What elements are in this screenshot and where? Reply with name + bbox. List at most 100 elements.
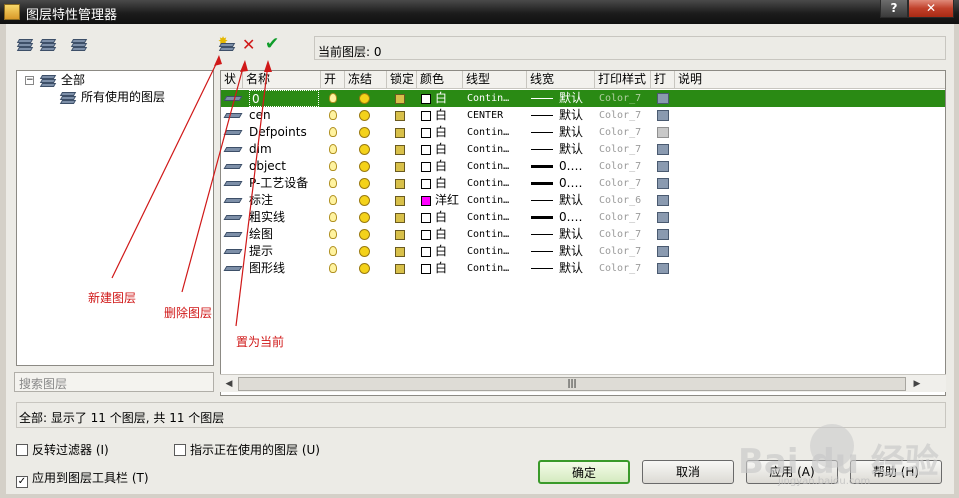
table-row[interactable]: dim 白 Contin… 默认 Color_7 <box>221 141 945 158</box>
layer-color-name[interactable]: 白 <box>435 175 465 192</box>
tree-node-all[interactable]: 全部 <box>61 72 85 88</box>
layer-lineweight[interactable]: 默认 <box>559 243 593 260</box>
col-lock[interactable]: 锁定 <box>387 71 417 89</box>
layer-color-name[interactable]: 洋红 <box>435 192 465 209</box>
layer-name[interactable]: 0 <box>249 90 319 107</box>
apply-to-toolbar-option[interactable]: ✓ 应用到图层工具栏 (T) <box>16 470 149 488</box>
layer-lineweight[interactable]: 默认 <box>559 90 593 107</box>
table-row[interactable]: 图形线 白 Contin… 默认 Color_7 <box>221 260 945 277</box>
layer-color-name[interactable]: 白 <box>435 90 465 107</box>
layer-linetype[interactable]: Contin… <box>467 260 527 277</box>
new-property-filter-icon[interactable] <box>16 36 36 54</box>
layer-name[interactable]: P-工艺设备 <box>249 175 319 192</box>
layer-color-name[interactable]: 白 <box>435 209 465 226</box>
lock-icon[interactable] <box>395 111 405 121</box>
light-bulb-icon[interactable] <box>329 212 337 222</box>
sun-icon[interactable] <box>359 229 370 240</box>
lock-icon[interactable] <box>395 213 405 223</box>
lock-icon[interactable] <box>395 247 405 257</box>
printer-icon[interactable] <box>657 110 669 121</box>
printer-icon[interactable] <box>657 195 669 206</box>
layer-name[interactable]: 粗实线 <box>249 209 319 226</box>
layer-states-manager-icon[interactable] <box>70 36 90 54</box>
color-swatch[interactable] <box>421 162 431 172</box>
filter-tree[interactable]: − 全部 所有使用的图层 <box>16 70 214 366</box>
new-layer-icon[interactable]: ✸ <box>218 34 238 54</box>
sun-icon[interactable] <box>359 144 370 155</box>
table-row[interactable]: 粗实线 白 Contin… 0.… Color_7 <box>221 209 945 226</box>
table-row[interactable]: 提示 白 Contin… 默认 Color_7 <box>221 243 945 260</box>
indicate-in-use-checkbox[interactable] <box>174 444 186 456</box>
search-layers-input[interactable]: 搜索图层 <box>14 372 214 392</box>
layer-color-name[interactable]: 白 <box>435 260 465 277</box>
color-swatch[interactable] <box>421 145 431 155</box>
layer-linetype[interactable]: Contin… <box>467 141 527 158</box>
layer-lineweight[interactable]: 默认 <box>559 260 593 277</box>
sun-icon[interactable] <box>359 212 370 223</box>
col-name[interactable]: 名称 <box>243 71 321 89</box>
layer-name[interactable]: object <box>249 158 319 175</box>
printer-icon[interactable] <box>657 161 669 172</box>
layer-linetype[interactable]: Contin… <box>467 158 527 175</box>
col-plot-style[interactable]: 打印样式 <box>595 71 651 89</box>
table-row[interactable]: Defpoints 白 Contin… 默认 Color_7 <box>221 124 945 141</box>
layer-linetype[interactable]: Contin… <box>467 192 527 209</box>
col-lineweight[interactable]: 线宽 <box>527 71 595 89</box>
layer-lineweight[interactable]: 0.… <box>559 175 593 192</box>
layer-linetype[interactable]: Contin… <box>467 243 527 260</box>
sun-icon[interactable] <box>359 263 370 274</box>
col-description[interactable]: 说明 <box>675 71 945 89</box>
col-linetype[interactable]: 线型 <box>463 71 527 89</box>
printer-icon[interactable] <box>657 127 669 138</box>
printer-icon[interactable] <box>657 229 669 240</box>
sun-icon[interactable] <box>359 195 370 206</box>
printer-icon[interactable] <box>657 144 669 155</box>
indicate-in-use-option[interactable]: 指示正在使用的图层 (U) <box>174 442 320 458</box>
lock-icon[interactable] <box>395 196 405 206</box>
light-bulb-icon[interactable] <box>329 127 337 137</box>
tree-collapse-toggle[interactable]: − <box>25 76 34 85</box>
light-bulb-icon[interactable] <box>329 195 337 205</box>
new-group-filter-icon[interactable] <box>39 36 59 54</box>
sun-icon[interactable] <box>359 246 370 257</box>
light-bulb-icon[interactable] <box>329 144 337 154</box>
tree-node-used-layers[interactable]: 所有使用的图层 <box>81 89 165 105</box>
lock-icon[interactable] <box>395 264 405 274</box>
table-row[interactable]: 0 白 Contin… 默认 Color_7 <box>221 90 945 107</box>
set-current-icon[interactable]: ✔ <box>265 34 279 54</box>
color-swatch[interactable] <box>421 111 431 121</box>
light-bulb-icon[interactable] <box>329 263 337 273</box>
table-row[interactable]: 绘图 白 Contin… 默认 Color_7 <box>221 226 945 243</box>
delete-layer-icon[interactable]: ✕ <box>242 35 255 54</box>
lock-icon[interactable] <box>395 94 405 104</box>
lock-icon[interactable] <box>395 145 405 155</box>
printer-icon[interactable] <box>657 178 669 189</box>
scroll-thumb[interactable]: ||| <box>238 377 906 391</box>
col-freeze[interactable]: 冻结 <box>345 71 387 89</box>
layer-grid[interactable]: 状 名称 开 冻结 锁定 颜色 线型 线宽 打印样式 打 说明 0 白 Contin… <box>220 70 946 396</box>
layer-lineweight[interactable]: 0.… <box>559 209 593 226</box>
printer-icon[interactable] <box>657 263 669 274</box>
apply-to-toolbar-checkbox[interactable]: ✓ <box>16 476 28 488</box>
scroll-right-arrow[interactable]: ▶ <box>910 377 924 391</box>
help-title-button[interactable]: ? <box>880 0 908 18</box>
col-status[interactable]: 状 <box>221 71 243 89</box>
scroll-left-arrow[interactable]: ◀ <box>222 377 236 391</box>
horizontal-scrollbar[interactable]: ◀ ||| ▶ <box>220 374 946 392</box>
layer-lineweight[interactable]: 默认 <box>559 124 593 141</box>
layer-linetype[interactable]: Contin… <box>467 226 527 243</box>
lock-icon[interactable] <box>395 128 405 138</box>
color-swatch[interactable] <box>421 247 431 257</box>
color-swatch[interactable] <box>421 213 431 223</box>
layer-lineweight[interactable]: 默认 <box>559 226 593 243</box>
printer-icon[interactable] <box>657 93 669 104</box>
layer-lineweight[interactable]: 0.… <box>559 158 593 175</box>
table-row[interactable]: object 白 Contin… 0.… Color_7 <box>221 158 945 175</box>
color-swatch[interactable] <box>421 94 431 104</box>
col-on[interactable]: 开 <box>321 71 345 89</box>
cancel-button[interactable]: 取消 <box>642 460 734 484</box>
layer-name[interactable]: 图形线 <box>249 260 319 277</box>
lock-icon[interactable] <box>395 162 405 172</box>
layer-color-name[interactable]: 白 <box>435 158 465 175</box>
table-row[interactable]: cen 白 CENTER 默认 Color_7 <box>221 107 945 124</box>
